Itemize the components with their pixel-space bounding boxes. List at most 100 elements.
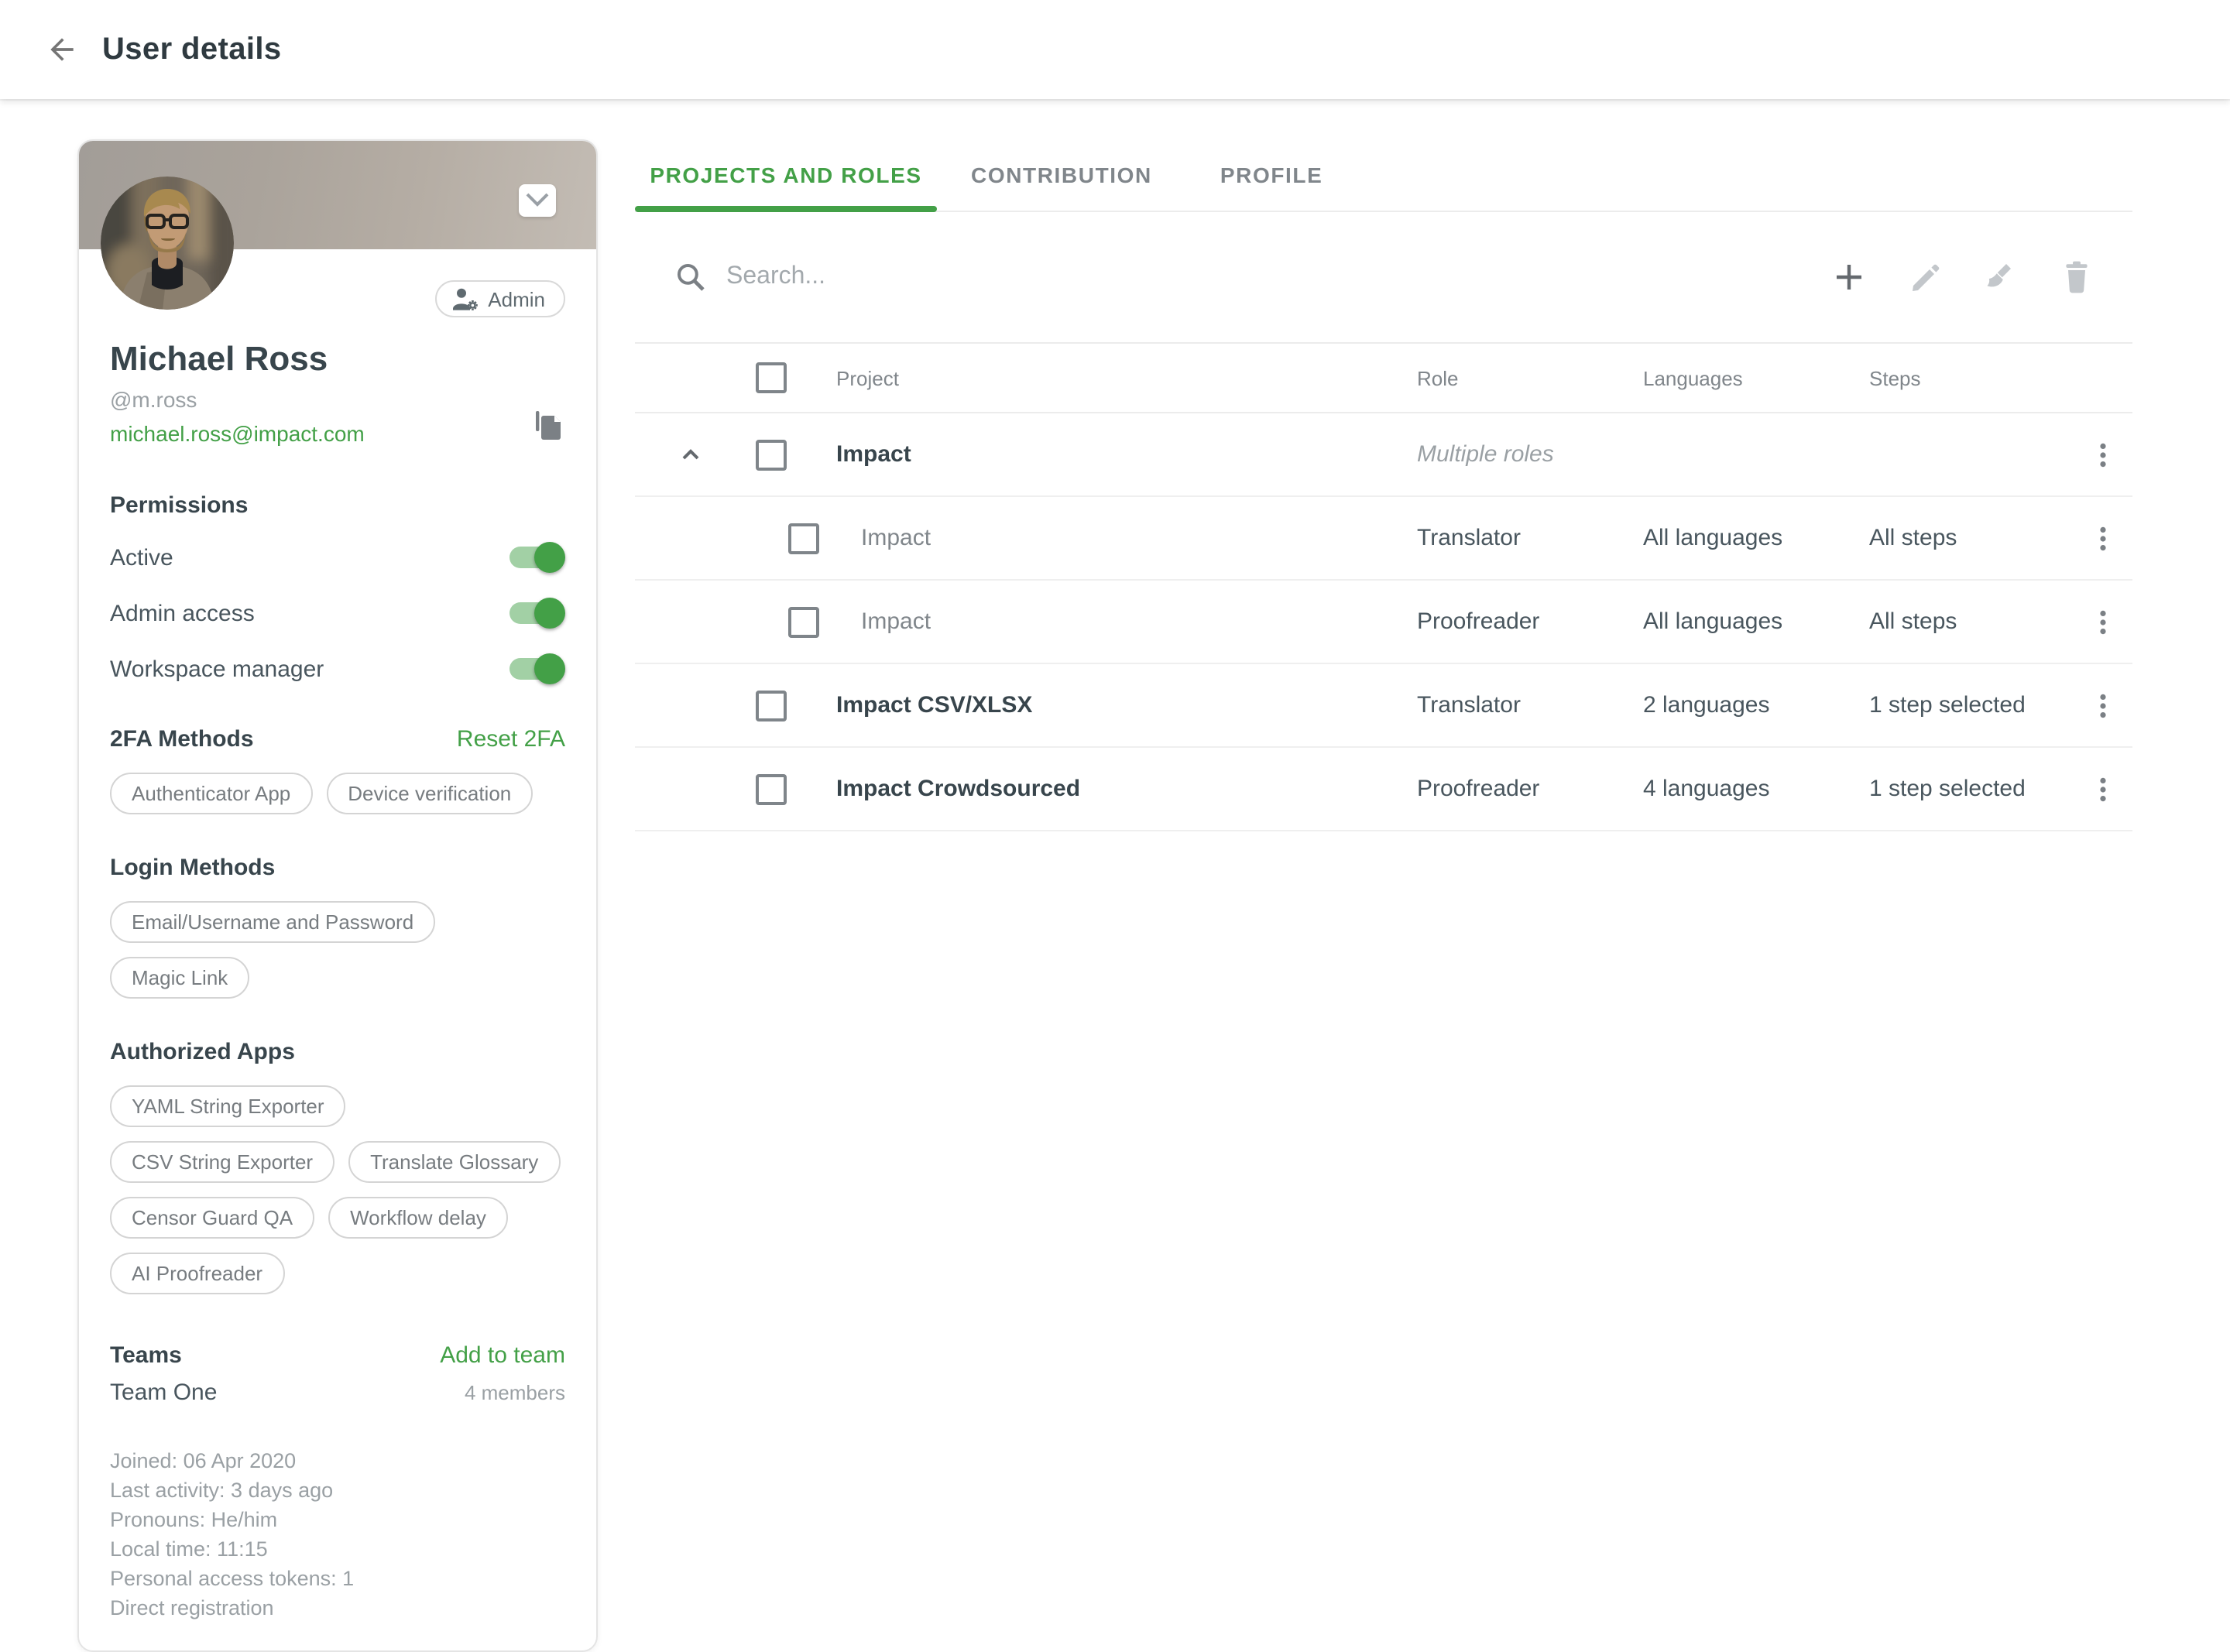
column-header-role: Role (1417, 344, 1459, 412)
meta-access-tokens: Personal access tokens: 1 (110, 1564, 565, 1593)
reset-2fa-link[interactable]: Reset 2FA (457, 726, 565, 752)
project-role: Translator (1417, 497, 1521, 579)
table-row: Impact CSV/XLSX Translator 2 languages 1… (635, 664, 2132, 748)
row-checkbox[interactable] (756, 690, 787, 721)
row-menu-button[interactable] (2081, 413, 2125, 495)
row-menu-button[interactable] (2081, 581, 2125, 663)
project-role: Multiple roles (1417, 413, 1554, 495)
add-button[interactable] (1830, 259, 1868, 296)
row-menu-icon (2089, 440, 2117, 468)
row-checkbox[interactable] (788, 523, 819, 554)
row-checkbox[interactable] (756, 773, 787, 804)
toggle-workspace-manager[interactable] (508, 653, 565, 684)
back-button[interactable] (34, 22, 90, 77)
user-name: Michael Ross (110, 339, 565, 379)
tab-projects-and-roles[interactable]: PROJECTS AND ROLES (635, 139, 937, 211)
tab-label: CONTRIBUTION (971, 163, 1152, 187)
admin-role-icon (452, 287, 479, 310)
column-header-steps: Steps (1869, 344, 1921, 412)
tab-profile[interactable]: PROFILE (1186, 139, 1357, 211)
copy-icon (533, 410, 562, 443)
project-name: Impact CSV/XLSX (836, 664, 1032, 746)
clear-filters-button[interactable] (1982, 259, 2019, 296)
project-name: Impact (836, 413, 911, 495)
select-all-checkbox[interactable] (756, 362, 787, 393)
authorized-app-chip: Censor Guard QA (110, 1197, 314, 1239)
clear-icon (1984, 261, 2018, 293)
search-icon (675, 262, 706, 293)
project-languages: 4 languages (1643, 748, 1770, 830)
add-to-team-link[interactable]: Add to team (440, 1342, 565, 1369)
page-title: User details (102, 32, 282, 67)
row-menu-button[interactable] (2081, 748, 2125, 830)
twofa-chip: Authenticator App (110, 773, 312, 814)
user-meta-block: Joined: 06 Apr 2020 Last activity: 3 day… (110, 1446, 565, 1623)
row-menu-icon (2089, 775, 2117, 803)
edit-icon (1909, 261, 1941, 293)
project-languages: 2 languages (1643, 664, 1770, 746)
role-badge-label: Admin (488, 287, 545, 310)
row-checkbox[interactable] (756, 439, 787, 470)
project-name: Impact (861, 581, 931, 663)
login-method-chip: Magic Link (110, 957, 249, 999)
team-row: Team One 4 members (110, 1380, 565, 1406)
permission-label: Workspace manager (110, 656, 324, 682)
authorized-app-chip: AI Proofreader (110, 1253, 284, 1294)
table-row: Impact Multiple roles (635, 413, 2132, 497)
row-checkbox[interactable] (788, 606, 819, 637)
project-languages: All languages (1643, 581, 1782, 663)
table-row: Impact Translator All languages All step… (635, 497, 2132, 581)
meta-pronouns: Pronouns: He/him (110, 1505, 565, 1534)
project-steps: All steps (1869, 497, 1957, 579)
collapse-group-button[interactable] (675, 413, 706, 495)
table-row: Impact Proofreader All languages All ste… (635, 581, 2132, 664)
permission-row: Workspace manager (110, 652, 565, 686)
row-menu-icon (2089, 691, 2117, 719)
authorized-app-chip: YAML String Exporter (110, 1085, 346, 1127)
meta-last-activity: Last activity: 3 days ago (110, 1475, 565, 1505)
column-header-project: Project (836, 344, 899, 412)
column-header-languages: Languages (1643, 344, 1743, 412)
meta-local-time: Local time: 11:15 (110, 1534, 565, 1564)
permission-label: Admin access (110, 600, 255, 626)
tab-label: PROJECTS AND ROLES (650, 163, 921, 187)
user-email-link[interactable]: michael.ross@impact.com (110, 421, 365, 446)
twofa-title: 2FA Methods (110, 726, 254, 752)
permission-label: Active (110, 544, 173, 571)
send-email-button[interactable] (519, 184, 556, 217)
tab-bar: PROJECTS AND ROLES CONTRIBUTION PROFILE (635, 139, 2132, 212)
delete-icon (2061, 260, 2092, 294)
row-menu-button[interactable] (2081, 497, 2125, 579)
permission-row: Admin access (110, 596, 565, 630)
project-role: Translator (1417, 664, 1521, 746)
team-name: Team One (110, 1380, 217, 1406)
top-bar: User details (0, 0, 2230, 99)
project-role: Proofreader (1417, 748, 1539, 830)
authorized-app-chip: Translate Glossary (348, 1141, 560, 1183)
meta-joined: Joined: 06 Apr 2020 (110, 1446, 565, 1475)
edit-button[interactable] (1906, 259, 1944, 296)
copy-email-button[interactable] (533, 410, 562, 451)
project-name: Impact (861, 497, 931, 579)
tab-contribution[interactable]: CONTRIBUTION (937, 139, 1186, 211)
project-steps: All steps (1869, 581, 1957, 663)
role-badge: Admin (435, 280, 565, 317)
delete-button[interactable] (2058, 259, 2095, 296)
table-header: Project Role Languages Steps (635, 342, 2132, 413)
permission-row: Active (110, 540, 565, 574)
project-name: Impact Crowdsourced (836, 748, 1080, 830)
table-toolbar (635, 212, 2132, 342)
toggle-active[interactable] (508, 542, 565, 573)
search-input[interactable] (723, 262, 1535, 293)
projects-panel: PROJECTS AND ROLES CONTRIBUTION PROFILE (635, 139, 2132, 831)
authorized-apps-title: Authorized Apps (110, 1039, 565, 1065)
toggle-admin-access[interactable] (508, 598, 565, 629)
tab-label: PROFILE (1220, 163, 1323, 187)
project-steps: 1 step selected (1869, 748, 2026, 830)
teams-title: Teams (110, 1342, 182, 1369)
user-handle: @m.ross (110, 387, 565, 412)
table-row: Impact Crowdsourced Proofreader 4 langua… (635, 748, 2132, 831)
row-menu-button[interactable] (2081, 664, 2125, 746)
authorized-app-chip: CSV String Exporter (110, 1141, 334, 1183)
user-details-page: User details (0, 0, 2230, 1494)
